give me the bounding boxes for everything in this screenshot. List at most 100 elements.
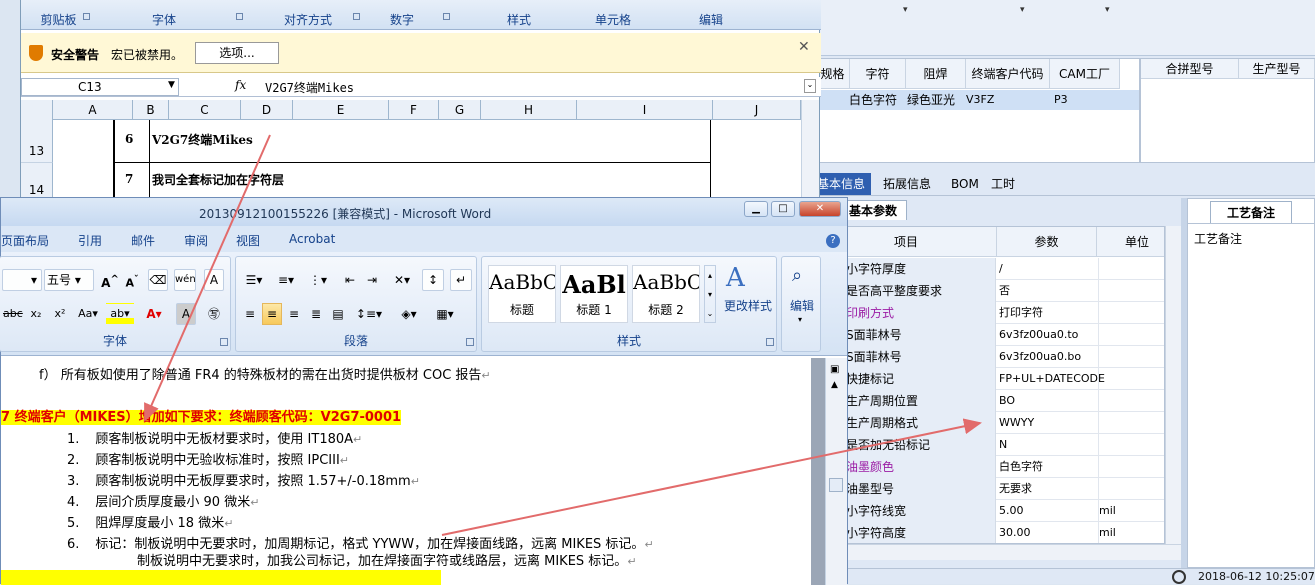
param-row[interactable]: 快捷标记 FP+UL+DATECODE bbox=[816, 368, 1164, 390]
excel-vscrollbar[interactable] bbox=[801, 100, 819, 200]
param-value[interactable]: / bbox=[997, 258, 1097, 280]
change-styles-button[interactable]: 更改样式 bbox=[724, 297, 772, 314]
enclose-char-icon[interactable]: ㊢ bbox=[204, 303, 224, 325]
launcher-icon[interactable] bbox=[353, 13, 360, 20]
justify-icon[interactable]: ≣ bbox=[306, 303, 326, 325]
styles-scroll-icon[interactable]: ▴ ▾ ⌄ bbox=[704, 265, 716, 323]
param-value[interactable]: 无要求 bbox=[997, 478, 1097, 500]
change-styles-icon[interactable]: A bbox=[726, 263, 745, 293]
cell-b14[interactable]: 7 bbox=[125, 172, 133, 186]
cell-c14[interactable]: 我司全套标记加在字符层 bbox=[152, 171, 284, 188]
tab-review[interactable]: 审阅 bbox=[184, 232, 208, 249]
sort-icon[interactable]: ↕ bbox=[422, 269, 444, 291]
launcher-icon[interactable] bbox=[83, 13, 90, 20]
param-value[interactable]: 打印字符 bbox=[997, 302, 1097, 324]
name-box[interactable]: C13 bbox=[21, 78, 179, 96]
grid-header[interactable]: 字符 bbox=[850, 59, 906, 89]
param-value[interactable]: 6v3fz00ua0.to bbox=[997, 324, 1097, 346]
param-value[interactable]: N bbox=[997, 434, 1097, 456]
bullets-icon[interactable]: ☰▾ bbox=[240, 269, 268, 291]
chevron-down-icon[interactable]: ▾ bbox=[798, 315, 802, 324]
grid-header[interactable]: 生产型号 bbox=[1239, 59, 1315, 79]
minimize-icon[interactable]: ▁ bbox=[744, 201, 768, 217]
scroll-thumb[interactable] bbox=[829, 478, 843, 492]
tab-bom[interactable]: BOM bbox=[943, 173, 987, 195]
maximize-icon[interactable]: □ bbox=[771, 201, 795, 217]
grid-row-selected[interactable]: 白色字符 绿色亚光 V3FZ P3 bbox=[816, 90, 1139, 110]
column-header[interactable]: E bbox=[293, 100, 389, 120]
grid-header[interactable]: 合拼型号 bbox=[1141, 59, 1239, 79]
style-heading-1[interactable]: AaBl 标题 1 bbox=[560, 265, 628, 323]
param-value[interactable]: WWYY bbox=[997, 412, 1097, 434]
font-color-icon[interactable]: A▾ bbox=[140, 303, 168, 325]
column-header[interactable]: B bbox=[133, 100, 169, 120]
param-row[interactable]: 油墨颜色 白色字符 bbox=[816, 456, 1164, 478]
font-size-dropdown[interactable]: 五号 ▾ bbox=[44, 269, 94, 291]
param-value[interactable]: 6v3fz00ua0.bo bbox=[997, 346, 1097, 368]
char-shading-icon[interactable]: A bbox=[176, 303, 196, 325]
align-right-icon[interactable]: ≡ bbox=[284, 303, 304, 325]
align-center-icon[interactable]: ≡ bbox=[262, 303, 282, 325]
tab-basic-params[interactable]: 基本参数 bbox=[842, 200, 907, 220]
dropdown-caret-icon[interactable]: ▾ bbox=[903, 5, 908, 15]
tab-view[interactable]: 视图 bbox=[236, 232, 260, 249]
tab-extended-info[interactable]: 拓展信息 bbox=[875, 173, 939, 195]
row-header[interactable]: 14 bbox=[21, 163, 53, 200]
param-row[interactable]: 是否加无铅标记 N bbox=[816, 434, 1164, 456]
cell-c13[interactable]: V2G7终端Mikes bbox=[152, 131, 253, 148]
tab-acrobat[interactable]: Acrobat bbox=[289, 232, 335, 246]
column-header[interactable]: I bbox=[577, 100, 713, 120]
close-icon[interactable]: ✕ bbox=[798, 39, 810, 55]
param-row[interactable]: 小字符高度 30.00 mil bbox=[816, 522, 1164, 543]
grid-header[interactable]: 终端客户代码 bbox=[966, 59, 1050, 89]
binoculars-icon[interactable]: ⌕ bbox=[792, 265, 802, 286]
column-header[interactable]: J bbox=[713, 100, 801, 120]
column-header[interactable]: C bbox=[169, 100, 241, 120]
strikethrough-icon[interactable]: abc bbox=[2, 303, 23, 325]
show-marks-icon[interactable]: ↵ bbox=[450, 269, 472, 291]
char-border-icon[interactable]: A bbox=[204, 269, 224, 291]
grid-header[interactable]: 阻焊 bbox=[906, 59, 966, 89]
column-header[interactable]: F bbox=[389, 100, 439, 120]
close-icon[interactable]: ✕ bbox=[799, 201, 841, 217]
shading-icon[interactable]: ◈▾ bbox=[392, 303, 426, 325]
highlight-icon[interactable]: ab▾ bbox=[106, 303, 134, 325]
phonetic-guide-icon[interactable]: wén bbox=[174, 269, 196, 291]
clear-format-icon[interactable]: ⌫ bbox=[148, 269, 168, 291]
launcher-icon[interactable] bbox=[220, 338, 228, 346]
distributed-icon[interactable]: ▤ bbox=[328, 303, 348, 325]
fx-icon[interactable]: fx bbox=[235, 78, 246, 92]
tab-page-layout[interactable]: 页面布局 bbox=[1, 232, 49, 249]
param-value[interactable]: 30.00 bbox=[997, 522, 1097, 543]
param-row[interactable]: S面菲林号 6v3fz00ua0.to bbox=[816, 324, 1164, 346]
tab-work-hours[interactable]: 工时 bbox=[983, 173, 1023, 195]
param-row[interactable]: 生产周期格式 WWYY bbox=[816, 412, 1164, 434]
line-spacing-icon[interactable]: ↕≡▾ bbox=[354, 303, 384, 325]
dropdown-caret-icon[interactable]: ▾ bbox=[1020, 5, 1025, 15]
column-header[interactable]: A bbox=[53, 100, 133, 120]
launcher-icon[interactable] bbox=[466, 338, 474, 346]
launcher-icon[interactable] bbox=[236, 13, 243, 20]
param-row[interactable]: 生产周期位置 BO bbox=[816, 390, 1164, 412]
align-left-icon[interactable]: ≡ bbox=[240, 303, 260, 325]
column-header[interactable]: H bbox=[481, 100, 577, 120]
dropdown-caret-icon[interactable]: ▾ bbox=[1105, 5, 1110, 15]
param-value[interactable]: BO bbox=[997, 390, 1097, 412]
multilevel-list-icon[interactable]: ⋮▾ bbox=[304, 269, 332, 291]
param-hscrollbar[interactable] bbox=[815, 544, 1181, 560]
word-vscrollbar[interactable]: ▣ ▲ bbox=[825, 358, 847, 585]
craft-notes-body[interactable]: 工艺备注 bbox=[1188, 223, 1314, 567]
font-name-dropdown[interactable]: ▾ bbox=[2, 269, 42, 291]
document-page[interactable]: f） 所有板如使用了除普通 FR4 的特殊板材的需在出货时提供板材 COC 报告… bbox=[1, 358, 811, 585]
ruler-toggle-icon[interactable]: ▣ bbox=[830, 364, 839, 375]
tab-basic-info[interactable]: 基本信息 bbox=[815, 173, 872, 195]
param-row[interactable]: 小字符线宽 5.00 mil bbox=[816, 500, 1164, 522]
param-header-value[interactable]: 参数 bbox=[997, 227, 1097, 257]
column-header[interactable]: D bbox=[241, 100, 293, 120]
expand-icon[interactable]: ⌄ bbox=[804, 79, 816, 93]
param-row[interactable]: 小字符厚度 / bbox=[816, 258, 1164, 280]
grow-font-icon[interactable]: A^ bbox=[100, 269, 120, 291]
launcher-icon[interactable] bbox=[443, 13, 450, 20]
shrink-font-icon[interactable]: Aˇ bbox=[122, 269, 142, 291]
param-value[interactable]: FP+UL+DATECODE bbox=[997, 368, 1105, 390]
